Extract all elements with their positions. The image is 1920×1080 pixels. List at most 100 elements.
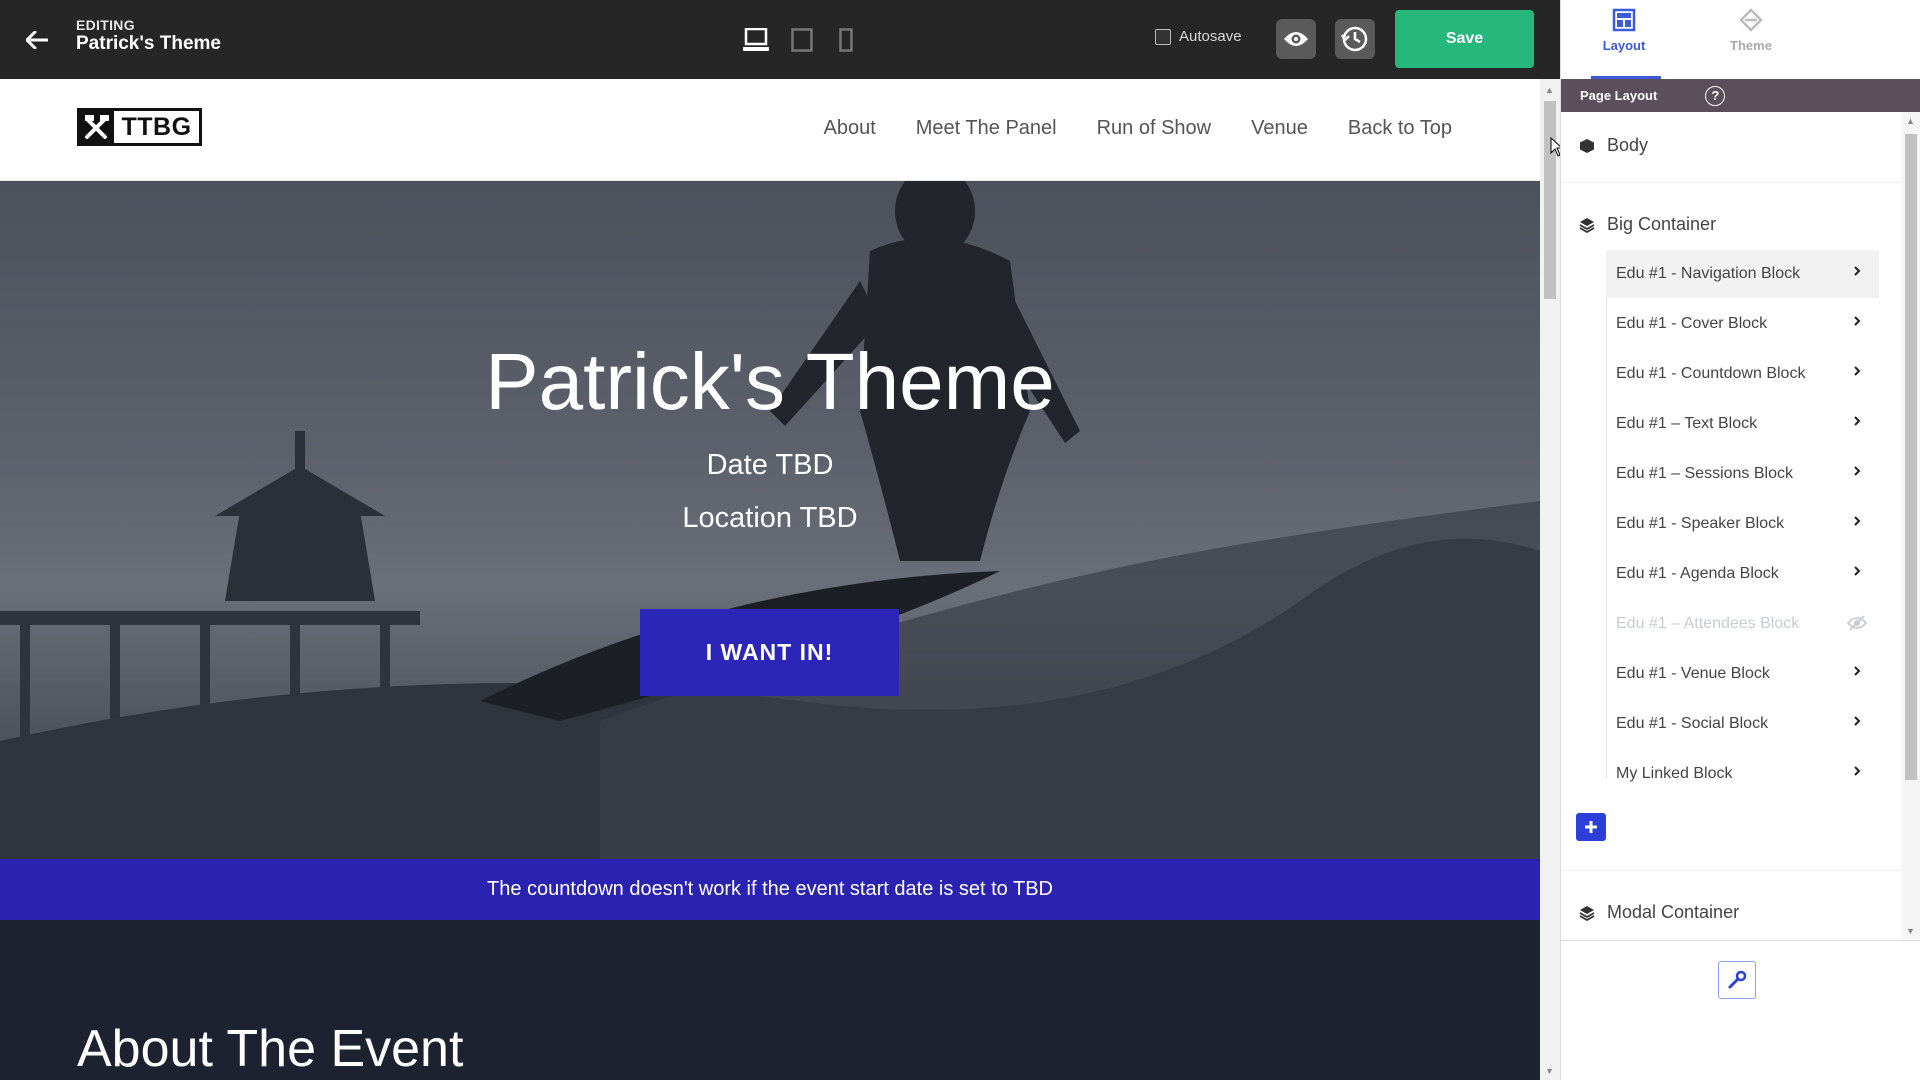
editor-topbar: EDITING Patrick's Theme Autosave Save <box>0 0 1560 79</box>
cube-icon <box>1580 138 1594 153</box>
history-button[interactable] <box>1335 19 1375 59</box>
nav-link-run-of-show[interactable]: Run of Show <box>1097 117 1212 140</box>
add-block-button[interactable] <box>1576 813 1606 841</box>
logo-text: TTBG <box>114 111 199 143</box>
block-label: My Linked Block <box>1616 765 1733 782</box>
panel-scrollbar-thumb[interactable] <box>1905 134 1917 780</box>
editing-label: EDITING <box>76 17 135 33</box>
chevron-right-icon <box>1854 316 1861 326</box>
nav-link-back-to-top[interactable]: Back to Top <box>1348 117 1452 140</box>
block-navigation[interactable]: Edu #1 - Navigation Block <box>1606 250 1879 298</box>
help-icon[interactable]: ? <box>1705 85 1726 106</box>
scroll-down-icon[interactable]: ▼ <box>1545 1066 1554 1076</box>
settings-button[interactable] <box>1718 961 1756 999</box>
block-label: Edu #1 - Cover Block <box>1616 315 1768 332</box>
chevron-right-icon <box>1854 566 1861 576</box>
chevron-right-icon <box>1854 716 1861 726</box>
panel-tabs: Layout Theme <box>1561 0 1920 79</box>
hero-location: Location TBD <box>682 502 858 534</box>
section-modal-container-label: Modal Container <box>1607 902 1740 922</box>
block-label: Edu #1 - Navigation Block <box>1616 265 1801 282</box>
divider <box>1561 870 1901 871</box>
tab-layout-label: Layout <box>1602 38 1646 53</box>
autosave-toggle[interactable]: Autosave <box>1155 28 1242 45</box>
chevron-right-icon <box>1854 366 1861 376</box>
chevron-right-icon <box>1854 416 1861 426</box>
block-label: Edu #1 – Sessions Block <box>1616 465 1793 482</box>
site-nav-links: About Meet The Panel Run of Show Venue B… <box>824 117 1453 140</box>
mobile-view-icon[interactable] <box>836 26 856 54</box>
site-navigation: TTBG About Meet The Panel Run of Show Ve… <box>0 79 1540 181</box>
block-sessions[interactable]: Edu #1 – Sessions Block <box>1606 450 1879 498</box>
section-body[interactable]: Body <box>1579 135 1648 156</box>
tab-layout[interactable]: Layout <box>1561 0 1687 79</box>
about-title: About The Event <box>77 1020 464 1078</box>
block-venue[interactable]: Edu #1 - Venue Block <box>1606 650 1879 698</box>
eye-slash-icon[interactable] <box>1847 614 1867 632</box>
eye-icon <box>1284 32 1308 46</box>
plus-icon <box>1585 821 1597 833</box>
history-icon <box>1341 26 1368 52</box>
divider <box>1561 182 1901 183</box>
block-label: Edu #1 - Agenda Block <box>1616 565 1779 582</box>
scroll-down-icon[interactable]: ▼ <box>1906 926 1915 936</box>
tools-icon <box>80 111 114 143</box>
block-agenda[interactable]: Edu #1 - Agenda Block <box>1606 550 1879 598</box>
section-big-container-label: Big Container <box>1607 214 1717 234</box>
hero-cover: Patrick's Theme Date TBD Location TBD I … <box>0 181 1540 859</box>
preview-button[interactable] <box>1276 19 1316 59</box>
nav-link-venue[interactable]: Venue <box>1251 117 1308 140</box>
section-body-label: Body <box>1607 135 1649 155</box>
chevron-right-icon <box>1854 266 1861 276</box>
block-label: Edu #1 – Attendees Block <box>1616 615 1800 632</box>
chevron-right-icon <box>1854 516 1861 526</box>
block-countdown[interactable]: Edu #1 - Countdown Block <box>1606 350 1879 398</box>
chevron-right-icon <box>1854 666 1861 676</box>
tab-theme-label: Theme <box>1730 38 1772 53</box>
nav-link-meet-the-panel[interactable]: Meet The Panel <box>916 117 1057 140</box>
block-cover[interactable]: Edu #1 - Cover Block <box>1606 300 1879 348</box>
desktop-view-icon[interactable] <box>742 26 770 54</box>
scroll-up-icon[interactable]: ▲ <box>1545 85 1554 95</box>
chevron-right-icon <box>1854 766 1861 776</box>
layout-tree: Body Big Container Edu #1 - Navigation B… <box>1561 112 1901 940</box>
section-modal-container[interactable]: Modal Container <box>1579 902 1739 923</box>
block-label: Edu #1 - Social Block <box>1616 715 1769 732</box>
tab-theme[interactable]: Theme <box>1688 0 1814 79</box>
layout-panel: Layout Theme Page Layout ? Body Big Cont… <box>1560 0 1920 1080</box>
preview-scrollbar-thumb[interactable] <box>1544 101 1556 299</box>
block-label: Edu #1 - Venue Block <box>1616 665 1770 682</box>
save-button[interactable]: Save <box>1395 10 1534 68</box>
autosave-label: Autosave <box>1179 28 1242 45</box>
nav-link-about[interactable]: About <box>824 117 876 140</box>
layers-icon <box>1579 905 1595 921</box>
panel-scrollbar[interactable]: ▲ ▼ <box>1901 112 1920 940</box>
block-label: Edu #1 - Countdown Block <box>1616 365 1806 382</box>
hero-title: Patrick's Theme <box>485 337 1055 426</box>
layout-icon <box>1612 8 1636 32</box>
page-layout-title: Page Layout <box>1580 88 1658 103</box>
preview-canvas: TTBG About Meet The Panel Run of Show Ve… <box>0 79 1540 1080</box>
preview-scrollbar[interactable]: ▲ ▼ <box>1540 79 1560 1080</box>
block-text[interactable]: Edu #1 – Text Block <box>1606 400 1879 448</box>
hero-date: Date TBD <box>706 449 834 481</box>
block-social[interactable]: Edu #1 - Social Block <box>1606 700 1879 748</box>
block-label: Edu #1 – Text Block <box>1616 415 1758 432</box>
scroll-up-icon[interactable]: ▲ <box>1906 116 1915 126</box>
block-speaker[interactable]: Edu #1 - Speaker Block <box>1606 500 1879 548</box>
block-attendees[interactable]: Edu #1 – Attendees Block <box>1606 600 1879 648</box>
autosave-checkbox[interactable] <box>1155 28 1171 45</box>
i-want-in-button[interactable]: I WANT IN! <box>640 609 899 696</box>
section-big-container[interactable]: Big Container <box>1579 214 1716 235</box>
panel-footer <box>1561 940 1920 1080</box>
page-layout-header: Page Layout ? <box>1561 79 1920 112</box>
back-arrow-icon[interactable] <box>22 25 52 55</box>
block-my-linked[interactable]: My Linked Block <box>1606 750 1879 798</box>
site-logo[interactable]: TTBG <box>77 108 202 146</box>
layers-icon <box>1579 217 1595 233</box>
tablet-view-icon[interactable] <box>790 26 814 54</box>
wrench-icon <box>1728 970 1747 989</box>
block-label: Edu #1 - Speaker Block <box>1616 515 1785 532</box>
countdown-notice: The countdown doesn't work if the event … <box>0 859 1540 920</box>
chevron-right-icon <box>1854 466 1861 476</box>
